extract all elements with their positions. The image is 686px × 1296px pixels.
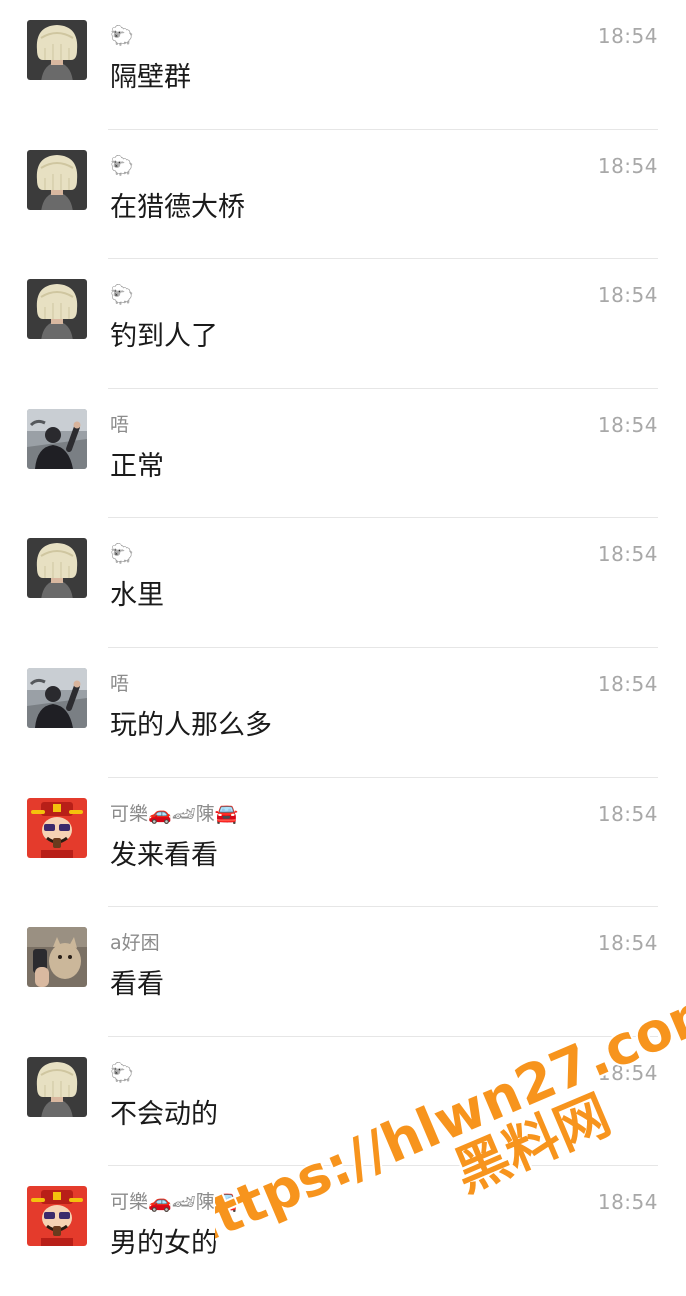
chat-message-row[interactable]: 唔 18:54 玩的人那么多 <box>0 648 686 778</box>
sender-name: 🐑 <box>110 154 134 177</box>
message-text: 水里 <box>110 580 164 612</box>
sender-name: 唔 <box>110 672 130 695</box>
message-timestamp: 18:54 <box>597 1060 658 1085</box>
chat-message-row[interactable]: 🐑 18:54 在猎德大桥 <box>0 130 686 260</box>
sender-name: 🐑 <box>110 284 134 307</box>
sender-name: 可樂🚗🏎陳🚘 <box>110 1191 239 1214</box>
chat-message-row[interactable]: 🐑 18:54 隔壁群 <box>0 0 686 130</box>
sender-name: 🐑 <box>110 543 134 566</box>
waving-man-avatar[interactable] <box>27 408 87 469</box>
message-text: 看看 <box>110 969 164 1001</box>
chat-message-list: 🐑 18:54 隔壁群 🐑 18:54 在猎德大桥 🐑 18:54 钓到人了 唔 18:54 正… <box>0 0 686 1296</box>
message-timestamp: 18:54 <box>597 542 658 567</box>
blonde-wig-avatar[interactable] <box>27 20 87 80</box>
cat-with-phone-avatar[interactable] <box>27 927 87 988</box>
blonde-wig-avatar[interactable] <box>27 149 87 210</box>
message-text: 正常 <box>110 450 164 482</box>
cartoon-god-of-wealth-avatar[interactable] <box>27 1186 87 1247</box>
sender-name: 🐑 <box>110 1061 134 1084</box>
sender-name: a好困 <box>110 932 160 955</box>
chat-message-row[interactable]: 唔 18:54 正常 <box>0 389 686 519</box>
message-text: 发来看看 <box>110 839 218 871</box>
blonde-wig-avatar[interactable] <box>27 538 87 599</box>
chat-message-row[interactable]: 🐑 18:54 钓到人了 <box>0 259 686 389</box>
chat-message-row[interactable]: 可樂🚗🏎陳🚘 18:54 男的女的 <box>0 1166 686 1296</box>
message-timestamp: 18:54 <box>597 801 658 826</box>
message-text: 男的女的 <box>110 1228 218 1260</box>
sender-name: 可樂🚗🏎陳🚘 <box>110 802 239 825</box>
cartoon-god-of-wealth-avatar[interactable] <box>27 797 87 858</box>
blonde-wig-avatar[interactable] <box>27 279 87 340</box>
message-text: 隔壁群 <box>110 62 191 93</box>
message-timestamp: 18:54 <box>597 412 658 437</box>
message-text: 不会动的 <box>110 1098 218 1130</box>
message-timestamp: 18:54 <box>597 671 658 696</box>
chat-message-row[interactable]: 🐑 18:54 不会动的 <box>0 1037 686 1167</box>
sender-name: 唔 <box>110 413 130 436</box>
chat-message-row[interactable]: 🐑 18:54 水里 <box>0 518 686 648</box>
message-timestamp: 18:54 <box>597 931 658 956</box>
sender-name: 🐑 <box>110 25 134 47</box>
message-timestamp: 18:54 <box>597 24 658 48</box>
message-text: 钓到人了 <box>110 321 218 353</box>
message-text: 在猎德大桥 <box>110 191 245 223</box>
blonde-wig-avatar[interactable] <box>27 1056 87 1117</box>
message-timestamp: 18:54 <box>597 153 658 178</box>
message-timestamp: 18:54 <box>597 1190 658 1215</box>
waving-man-avatar[interactable] <box>27 667 87 728</box>
message-timestamp: 18:54 <box>597 283 658 308</box>
message-text: 玩的人那么多 <box>110 709 272 741</box>
chat-message-row[interactable]: a好困 18:54 看看 <box>0 907 686 1037</box>
chat-message-row[interactable]: 可樂🚗🏎陳🚘 18:54 发来看看 <box>0 778 686 908</box>
